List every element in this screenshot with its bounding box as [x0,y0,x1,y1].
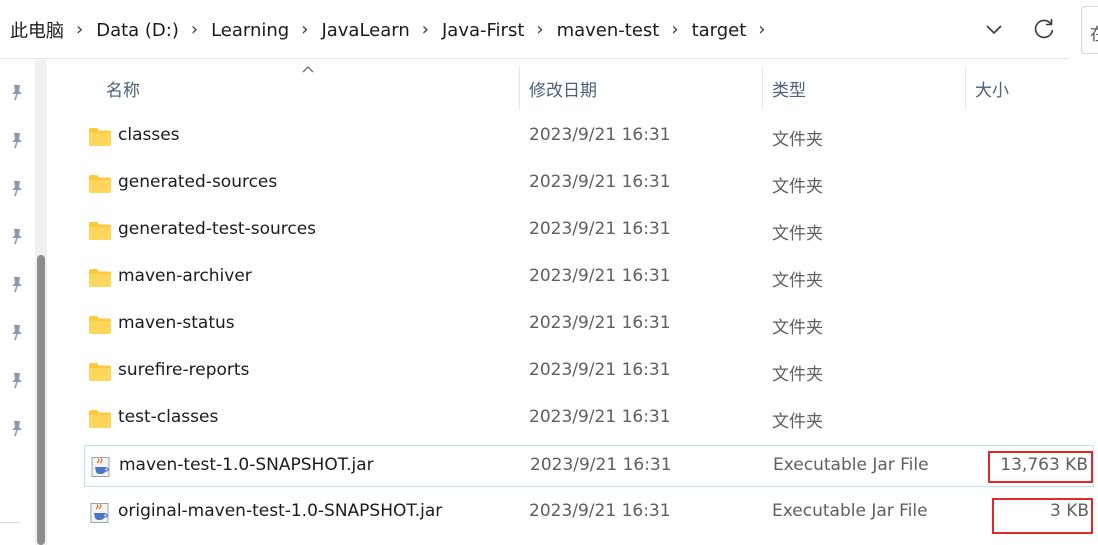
breadcrumb-data-drive[interactable]: Data (D:) [96,20,179,41]
breadcrumb-chevron-icon[interactable]: › [301,19,308,40]
pin-icon[interactable] [8,83,26,101]
column-header-size[interactable]: 大小 [975,76,1009,101]
file-name: test-classes [118,407,219,427]
column-divider[interactable] [762,66,763,110]
file-type: Executable Jar File [772,501,928,521]
file-name: surefire-reports [118,360,250,380]
list-item[interactable]: surefire-reports 2023/9/21 16:31 文件夹 [84,351,1094,393]
annotation-highlight-box [988,451,1093,483]
list-item[interactable]: original-maven-test-1.0-SNAPSHOT.jar 202… [84,492,1094,534]
breadcrumb-chevron-icon[interactable]: › [671,19,678,40]
jar-file-icon [90,503,109,523]
annotation-highlight-box [992,498,1093,534]
file-type: Executable Jar File [773,455,929,475]
breadcrumb-java-first[interactable]: Java-First [442,20,524,41]
list-item[interactable]: maven-status 2023/9/21 16:31 文件夹 [84,304,1094,346]
file-name: classes [118,125,180,145]
list-item[interactable]: generated-test-sources 2023/9/21 16:31 文… [84,210,1094,252]
file-type: 文件夹 [772,224,823,244]
file-type: 文件夹 [772,412,823,432]
file-date: 2023/9/21 16:31 [529,172,671,192]
file-type: 文件夹 [772,271,823,291]
folder-icon [89,128,111,146]
file-date: 2023/9/21 16:31 [529,501,671,521]
file-name: maven-status [118,313,235,333]
file-name: generated-sources [118,172,278,192]
file-name: maven-archiver [118,266,252,286]
pin-icon[interactable] [8,275,26,293]
pin-icon[interactable] [8,419,26,437]
file-date: 2023/9/21 16:31 [530,455,672,475]
refresh-icon[interactable] [1030,15,1058,43]
breadcrumb-chevron-icon[interactable]: › [76,19,83,40]
breadcrumb-learning[interactable]: Learning [211,20,289,41]
folder-icon [89,222,111,240]
pin-icon[interactable] [8,371,26,389]
file-name: generated-test-sources [118,219,317,239]
chevron-down-icon[interactable] [982,17,1006,41]
list-item[interactable]: maven-test-1.0-SNAPSHOT.jar 2023/9/21 16… [84,445,1094,487]
pin-icon[interactable] [8,179,26,197]
breadcrumb: 此电脑 › Data (D:) › Learning › JavaLearn ›… [10,17,779,43]
file-type: 文件夹 [772,318,823,338]
column-header-name[interactable]: 名称 [106,76,140,101]
breadcrumb-maven-test[interactable]: maven-test [557,20,660,41]
file-date: 2023/9/21 16:31 [529,266,671,286]
breadcrumb-chevron-icon[interactable]: › [536,19,543,40]
column-divider[interactable] [519,66,520,110]
jar-file-icon [91,457,110,477]
breadcrumb-chevron-icon[interactable]: › [758,19,765,40]
pin-icon[interactable] [8,227,26,245]
column-divider[interactable] [965,66,966,110]
breadcrumb-this-pc[interactable]: 此电脑 [10,17,64,43]
search-placeholder: 在 [1090,20,1098,45]
list-item[interactable]: generated-sources 2023/9/21 16:31 文件夹 [84,163,1094,205]
folder-icon [89,175,111,193]
file-date: 2023/9/21 16:31 [529,360,671,380]
breadcrumb-javalearn[interactable]: JavaLearn [321,20,409,41]
file-type: 文件夹 [772,177,823,197]
file-type: 文件夹 [772,130,823,150]
file-date: 2023/9/21 16:31 [529,125,671,145]
file-date: 2023/9/21 16:31 [529,219,671,239]
column-header-date[interactable]: 修改日期 [529,76,597,101]
breadcrumb-chevron-icon[interactable]: › [191,19,198,40]
nav-scrollbar-thumb[interactable] [37,255,45,545]
navigation-pane [0,59,40,545]
list-item[interactable]: maven-archiver 2023/9/21 16:31 文件夹 [84,257,1094,299]
folder-icon [89,410,111,428]
column-header-type[interactable]: 类型 [772,76,806,101]
folder-icon [89,363,111,381]
folder-icon [89,316,111,334]
list-item[interactable]: test-classes 2023/9/21 16:31 文件夹 [84,398,1094,440]
divider [0,522,20,523]
breadcrumb-chevron-icon[interactable]: › [422,19,429,40]
sort-ascending-icon [302,66,314,73]
pin-icon[interactable] [8,131,26,149]
search-box[interactable]: 在 [1081,6,1098,54]
file-date: 2023/9/21 16:31 [529,313,671,333]
file-name: original-maven-test-1.0-SNAPSHOT.jar [118,501,443,521]
file-date: 2023/9/21 16:31 [529,407,671,427]
list-item[interactable]: classes 2023/9/21 16:31 文件夹 [84,116,1094,158]
file-name: maven-test-1.0-SNAPSHOT.jar [119,455,374,475]
folder-icon [89,269,111,287]
file-type: 文件夹 [772,365,823,385]
breadcrumb-target[interactable]: target [692,20,747,41]
pin-icon[interactable] [8,323,26,341]
address-bar[interactable]: 此电脑 › Data (D:) › Learning › JavaLearn ›… [0,0,1069,59]
